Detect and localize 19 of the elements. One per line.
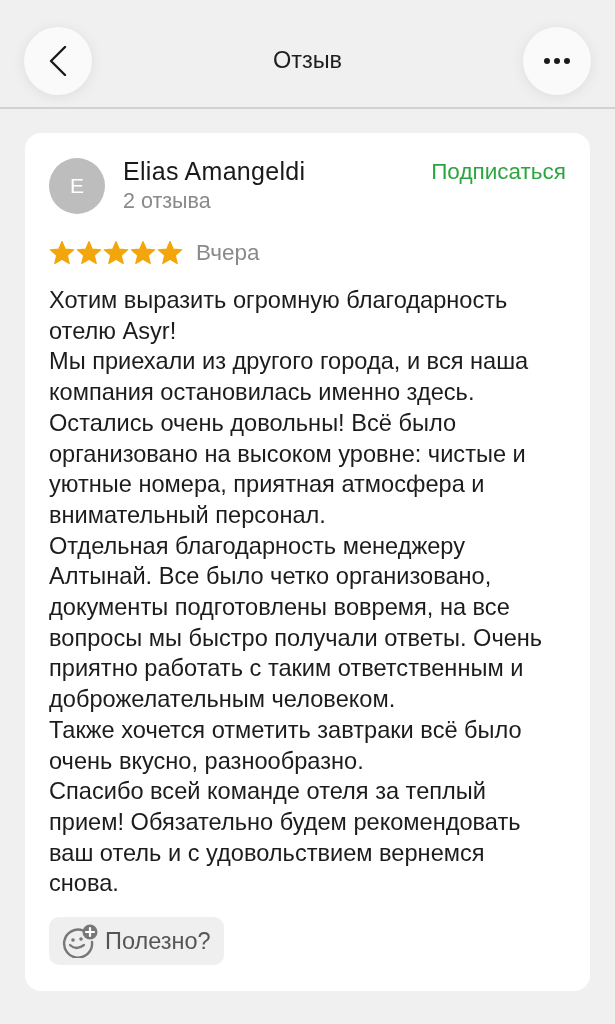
review-paragraph: Мы приехали из другого города, и вся наша компания остановилась именно здесь. Остались очень довольны! Всё было организовано на высоком уровне: чистые и уютные номера, приятная атмосфера и внимательный персонал.: [49, 347, 530, 530]
review-date: Вчера: [196, 240, 260, 266]
helpful-button[interactable]: Полезно?: [49, 917, 224, 966]
author-name: Elias Amangeldi: [123, 157, 307, 185]
star-icon: [157, 240, 183, 266]
review-count: 2 отзыва: [123, 188, 212, 214]
smiley-plus-icon: [61, 924, 99, 959]
review-paragraph: Хотим выразить огромную благодарность отелю Asyr!: [49, 286, 509, 346]
back-icon: [49, 45, 67, 76]
star-icon: [103, 240, 129, 266]
star-icon: [130, 240, 156, 266]
review-paragraph: Также хочется отметить завтраки всё было очень вкусно, разнообразно.: [49, 715, 523, 776]
star-icon: [76, 240, 102, 266]
avatar: E: [49, 158, 105, 214]
star-icon: [49, 240, 75, 266]
review-paragraph: Спасибо всей команде отеля за теплый прием! Обязательно будем рекомендовать ваш отель и с удовольствием вернемся снова.: [49, 777, 522, 899]
more-icon: [544, 57, 570, 64]
page-title: Отзыв: [272, 47, 343, 74]
review-paragraph: Отдельная благодарность менеджеру Алтынай. Все было четко организовано, документы подготовлены вовремя, на все вопросы мы быстро получали ответы. Очень приятно работать с таким ответственным и доброжелательным человеком.: [49, 531, 544, 715]
